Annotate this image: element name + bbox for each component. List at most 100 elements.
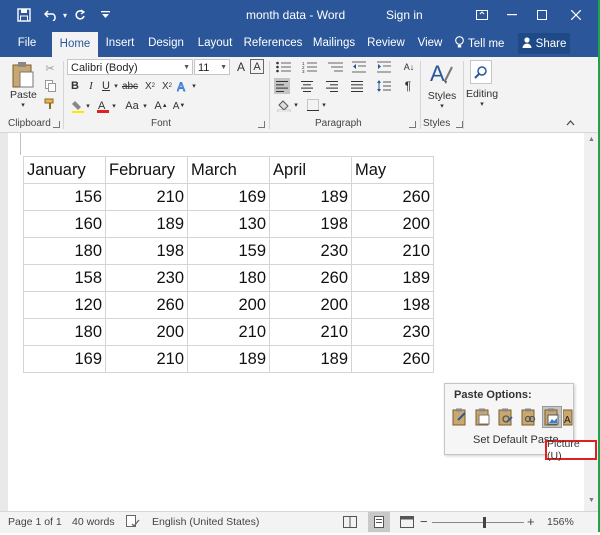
table-cell[interactable]: 159 bbox=[187, 237, 270, 265]
use-destination-styles-icon[interactable] bbox=[473, 406, 493, 428]
zoom-level[interactable]: 156% bbox=[547, 516, 574, 528]
show-formatting-icon[interactable]: ¶ bbox=[402, 79, 414, 93]
table-cell[interactable]: 210 bbox=[269, 318, 352, 346]
minimize-icon[interactable] bbox=[497, 0, 527, 30]
table-cell[interactable]: 169 bbox=[187, 183, 270, 211]
editing-label[interactable]: Editing bbox=[463, 88, 501, 100]
table-cell[interactable]: 180 bbox=[23, 237, 106, 265]
maximize-icon[interactable] bbox=[527, 0, 557, 30]
increase-indent-icon[interactable] bbox=[376, 60, 392, 74]
font-size-select[interactable]: 11 ▼ bbox=[194, 59, 230, 75]
borders-icon[interactable] bbox=[306, 98, 320, 112]
table-cell[interactable]: 180 bbox=[23, 318, 106, 346]
bullets-icon[interactable] bbox=[275, 60, 293, 74]
tab-layout[interactable]: Layout bbox=[195, 30, 235, 57]
tab-insert[interactable]: Insert bbox=[100, 30, 140, 57]
table-cell[interactable]: 189 bbox=[351, 264, 434, 292]
table-cell[interactable]: 210 bbox=[105, 183, 188, 211]
decrease-indent-icon[interactable] bbox=[351, 60, 367, 74]
word-count[interactable]: 40 words bbox=[72, 516, 115, 528]
styles-icon[interactable]: A bbox=[427, 60, 457, 88]
zoom-out-icon[interactable]: − bbox=[420, 514, 428, 529]
table-cell[interactable]: 198 bbox=[105, 237, 188, 265]
numbering-icon[interactable]: 123 bbox=[301, 60, 319, 74]
tab-file[interactable]: File bbox=[10, 30, 44, 57]
font-color-icon[interactable]: A bbox=[96, 98, 110, 114]
shrink-font-icon[interactable]: A ▼ bbox=[171, 99, 187, 113]
font-launcher-icon[interactable] bbox=[258, 121, 265, 128]
cut-icon[interactable]: ✂ bbox=[43, 61, 57, 75]
grow-font-icon[interactable]: A ▲ bbox=[153, 99, 169, 113]
font-name-select[interactable]: Calibri (Body) ▼ bbox=[67, 59, 193, 75]
paste-dropdown-icon[interactable]: ▾ bbox=[16, 101, 30, 109]
table-cell[interactable]: 198 bbox=[269, 210, 352, 238]
link-destination-styles-icon[interactable] bbox=[519, 406, 539, 428]
tab-design[interactable]: Design bbox=[145, 30, 187, 57]
underline-dropdown-icon[interactable]: ▾ bbox=[112, 79, 120, 93]
table-cell[interactable]: 169 bbox=[23, 345, 106, 373]
tab-references[interactable]: References bbox=[242, 30, 304, 57]
strikethrough-icon[interactable]: abc bbox=[121, 79, 139, 93]
table-cell[interactable]: 198 bbox=[351, 291, 434, 319]
collapse-ribbon-icon[interactable] bbox=[564, 117, 576, 129]
subscript-icon[interactable]: X2 bbox=[143, 79, 157, 93]
keep-text-only-icon[interactable]: A bbox=[563, 406, 573, 428]
styles-dropdown-icon[interactable]: ▾ bbox=[436, 102, 448, 110]
table-cell[interactable]: 200 bbox=[187, 291, 270, 319]
character-border-icon[interactable]: A bbox=[250, 59, 264, 74]
web-layout-icon[interactable] bbox=[400, 516, 414, 531]
print-layout-icon[interactable] bbox=[368, 512, 390, 532]
table-cell[interactable]: 260 bbox=[351, 345, 434, 373]
styles-launcher-icon[interactable] bbox=[456, 121, 463, 128]
table-cell[interactable]: 260 bbox=[105, 291, 188, 319]
redo-icon[interactable] bbox=[72, 0, 88, 30]
tell-me-search[interactable]: Tell me bbox=[455, 30, 504, 57]
page-count[interactable]: Page 1 of 1 bbox=[8, 516, 62, 528]
borders-dropdown-icon[interactable]: ▾ bbox=[320, 98, 328, 112]
align-center-icon[interactable] bbox=[300, 79, 314, 93]
zoom-in-icon[interactable]: + bbox=[527, 514, 535, 529]
zoom-slider[interactable] bbox=[432, 522, 524, 523]
tab-view[interactable]: View bbox=[413, 30, 447, 57]
table-cell[interactable]: 130 bbox=[187, 210, 270, 238]
table-cell[interactable]: 180 bbox=[187, 264, 270, 292]
tab-mailings[interactable]: Mailings bbox=[310, 30, 358, 57]
change-case-icon[interactable]: Aa bbox=[123, 99, 141, 113]
align-right-icon[interactable] bbox=[325, 79, 339, 93]
save-icon[interactable] bbox=[14, 0, 34, 30]
undo-icon[interactable] bbox=[42, 0, 60, 30]
highlight-dropdown-icon[interactable]: ▾ bbox=[84, 99, 92, 113]
table-cell[interactable]: 158 bbox=[23, 264, 106, 292]
customize-toolbar-icon[interactable] bbox=[98, 0, 112, 30]
table-cell[interactable]: 200 bbox=[105, 318, 188, 346]
copy-icon[interactable] bbox=[43, 79, 57, 93]
table-header-cell[interactable]: May bbox=[351, 156, 434, 184]
table-header-cell[interactable]: January bbox=[23, 156, 106, 184]
table-cell[interactable]: 210 bbox=[105, 345, 188, 373]
paragraph-launcher-icon[interactable] bbox=[409, 121, 416, 128]
table-cell[interactable]: 189 bbox=[187, 345, 270, 373]
undo-dropdown-icon[interactable]: ▾ bbox=[60, 0, 70, 30]
styles-label[interactable]: Styles bbox=[424, 90, 460, 102]
table-cell[interactable]: 189 bbox=[105, 210, 188, 238]
scroll-down-icon[interactable]: ▼ bbox=[588, 497, 595, 504]
format-painter-icon[interactable] bbox=[43, 97, 57, 111]
language-status[interactable]: English (United States) bbox=[152, 516, 259, 528]
share-button[interactable]: Share bbox=[518, 33, 570, 54]
align-left-icon[interactable] bbox=[274, 78, 290, 94]
shading-icon[interactable] bbox=[276, 98, 292, 112]
editing-dropdown-icon[interactable]: ▾ bbox=[476, 100, 488, 108]
table-header-cell[interactable]: March bbox=[187, 156, 270, 184]
keep-source-formatting-icon[interactable] bbox=[450, 406, 470, 428]
table-cell[interactable]: 210 bbox=[187, 318, 270, 346]
data-table[interactable]: January February March April May 156 210… bbox=[23, 156, 434, 373]
paste-as-picture-icon[interactable] bbox=[542, 406, 562, 428]
sort-icon[interactable]: A↓ bbox=[402, 60, 416, 74]
close-icon[interactable] bbox=[561, 0, 591, 30]
clear-formatting-icon[interactable]: A bbox=[234, 60, 248, 74]
text-effects-icon[interactable]: A bbox=[176, 79, 190, 93]
paste-button-label[interactable]: Paste bbox=[10, 89, 37, 101]
table-cell[interactable]: 230 bbox=[269, 237, 352, 265]
table-cell[interactable]: 230 bbox=[351, 318, 434, 346]
read-mode-icon[interactable] bbox=[343, 516, 357, 531]
